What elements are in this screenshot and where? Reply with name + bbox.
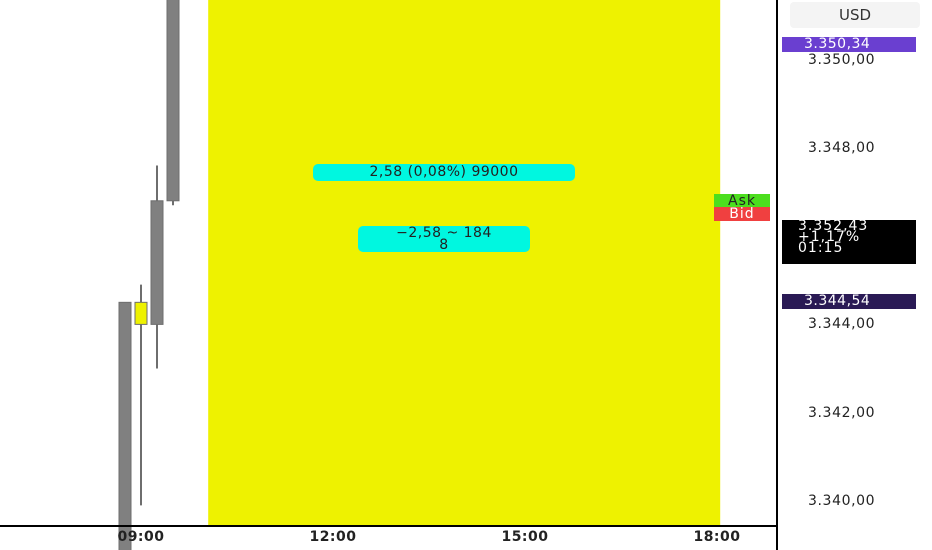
y-tick-label: 3.340,00	[808, 493, 876, 509]
candle-body-3	[166, 0, 180, 202]
price-label: 3.344,54	[782, 293, 916, 309]
bid-label: Bid	[714, 207, 770, 221]
last-price-countdown: 3.352,43 +1,17% 01:15	[782, 219, 916, 264]
y-tick-label: 3.344,00	[808, 316, 876, 333]
long-position-tool[interactable]	[208, 0, 721, 526]
candle-body-0	[118, 301, 132, 550]
entry-label-line2: 8	[439, 237, 449, 253]
candles	[118, 0, 180, 550]
candle-body-1	[134, 301, 148, 325]
candle-body-2	[150, 200, 164, 325]
currency-button[interactable]: USD	[790, 2, 920, 28]
x-tick-label: 15:00	[501, 529, 549, 545]
y-tick-label: 3.342,00	[808, 404, 876, 421]
y-tick-label: 3.350,00	[808, 51, 876, 68]
price-label: 3.350,34	[782, 37, 916, 53]
stop-loss-zone	[208, 0, 721, 526]
profit-label[interactable]: 2,58 (0,08%) 99000	[313, 164, 575, 181]
x-tick-label: 18:00	[693, 529, 741, 545]
x-tick-label: 09:00	[117, 529, 165, 545]
chart-canvas[interactable]	[0, 0, 932, 550]
entry-label[interactable]: −2,58 ~ 184 8	[358, 226, 530, 252]
y-tick-label: 3.348,00	[808, 139, 876, 156]
x-tick-label: 12:00	[309, 529, 357, 545]
